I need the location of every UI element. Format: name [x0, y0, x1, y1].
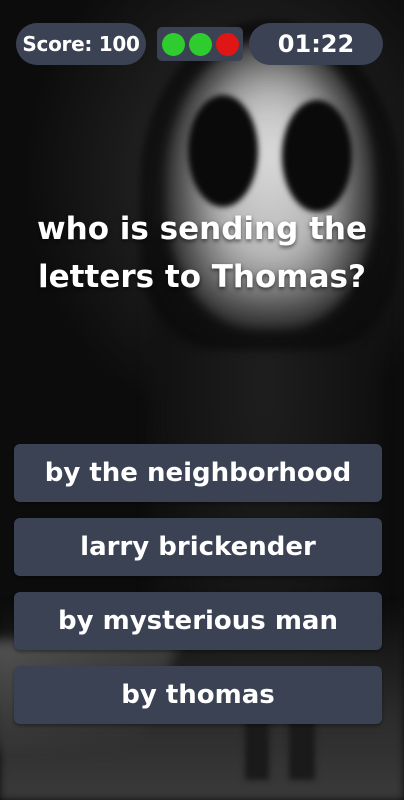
- mask-left-eye: [188, 95, 258, 207]
- life-indicator-1: [161, 32, 185, 56]
- answer-button-3[interactable]: by mysterious man: [14, 592, 382, 650]
- mask-right-eye: [282, 100, 352, 212]
- lives-indicator: [157, 27, 243, 61]
- answer-button-1[interactable]: by the neighborhood: [14, 444, 382, 502]
- question-text: who is sending the letters to Thomas?: [37, 211, 367, 295]
- answer-button-2[interactable]: larry brickender: [14, 518, 382, 576]
- score-display: Score: 100: [16, 23, 146, 65]
- timer-display: 01:22: [249, 23, 383, 65]
- answer-button-4[interactable]: by thomas: [14, 666, 382, 724]
- life-indicator-2: [188, 32, 212, 56]
- life-indicator-3: [215, 32, 239, 56]
